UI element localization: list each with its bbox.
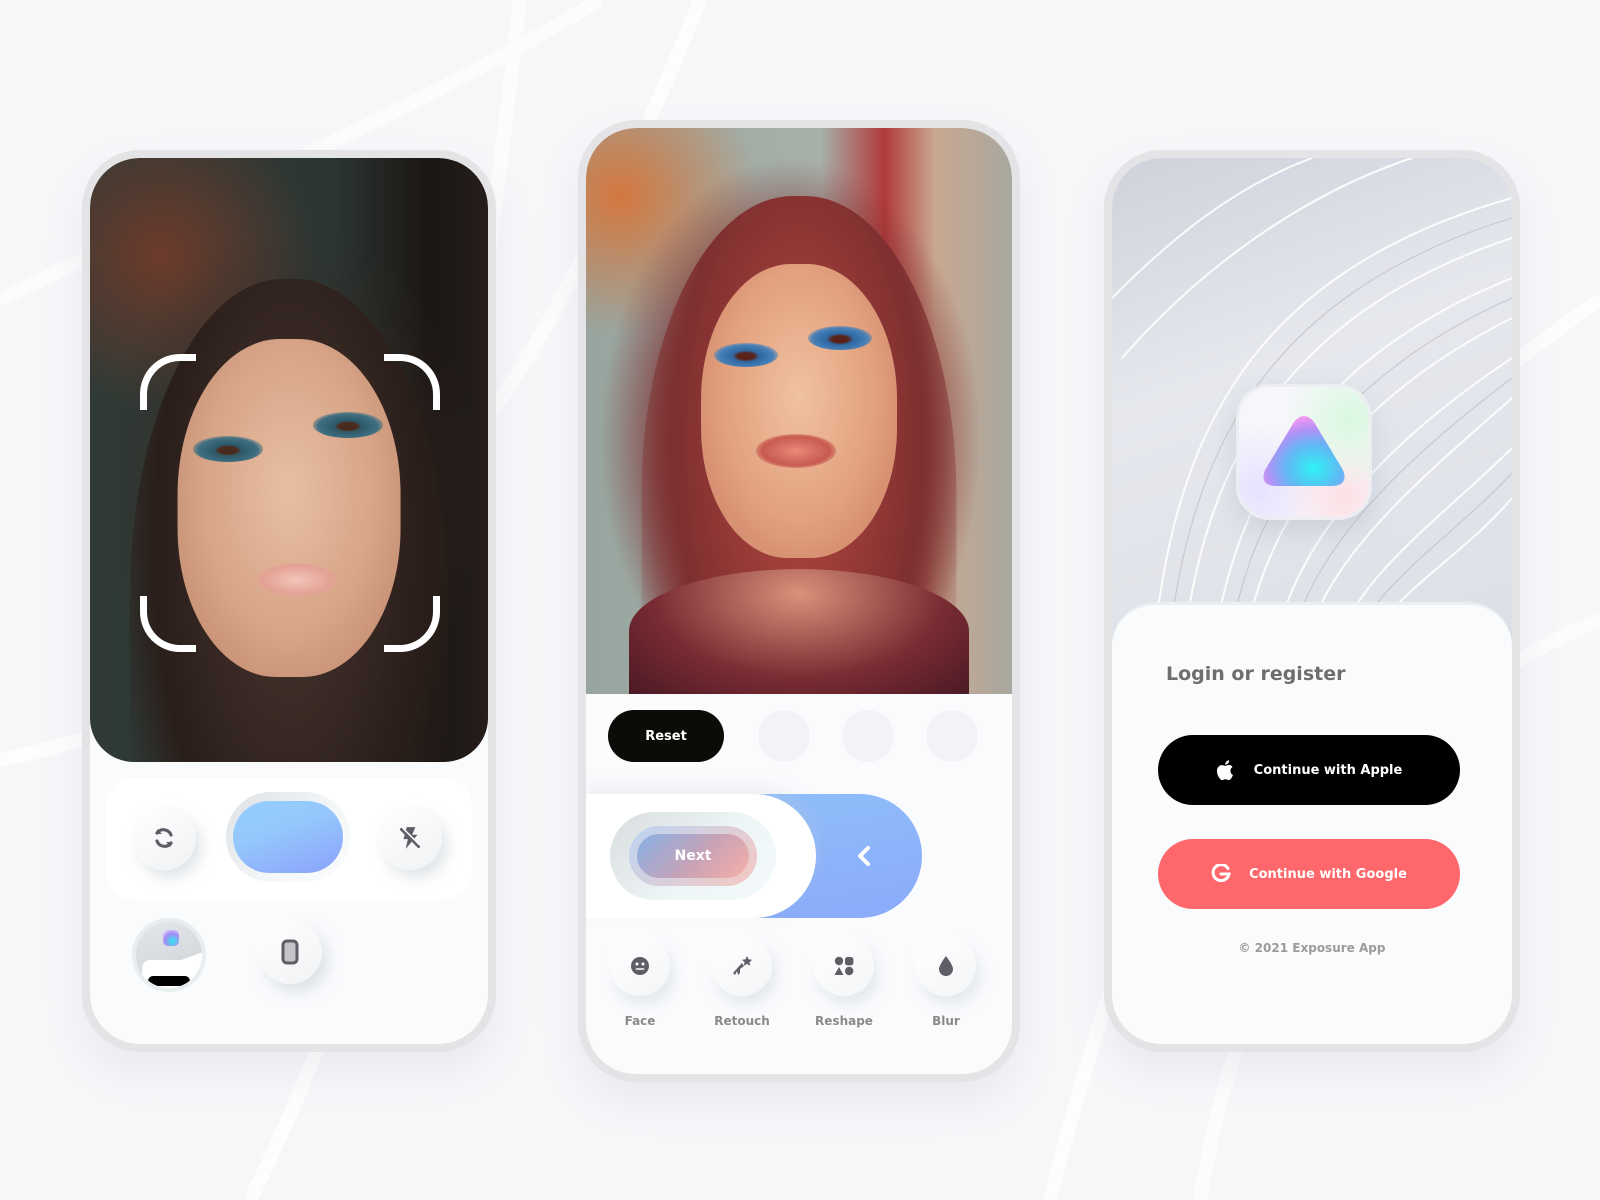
phone-portrait-icon	[281, 939, 299, 965]
face-scan-corner-top-right	[384, 354, 440, 410]
copyright-text: © 2021 Exposure App	[1238, 941, 1386, 955]
back-button[interactable]	[848, 840, 880, 872]
tool-reshape[interactable]: Reshape	[804, 936, 884, 1028]
continue-with-google-button[interactable]: Continue with Google	[1158, 839, 1460, 909]
tool-blur-circle	[916, 936, 976, 996]
shutter-button[interactable]	[233, 801, 343, 873]
aspect-ratio-button[interactable]	[258, 920, 322, 984]
portrait-lips	[756, 433, 837, 468]
edited-photo	[586, 128, 1012, 694]
drop-icon	[939, 956, 953, 976]
switch-camera-button[interactable]	[132, 806, 196, 870]
refresh-icon	[155, 828, 173, 848]
google-button-label: Continue with Google	[1249, 866, 1407, 882]
portrait-eye-left	[193, 435, 264, 462]
camera-viewfinder	[90, 158, 488, 762]
thumbnail-button	[148, 976, 190, 986]
filter-preset-3[interactable]	[926, 710, 978, 762]
flash-toggle-button[interactable]	[378, 806, 442, 870]
camera-screen	[82, 150, 496, 1052]
next-button-ring: Next	[629, 826, 757, 886]
continue-with-apple-button[interactable]: Continue with Apple	[1158, 735, 1460, 805]
gallery-thumbnail-button[interactable]	[132, 918, 206, 992]
thumbnail-logo	[163, 930, 179, 946]
next-button[interactable]: Next	[637, 834, 749, 878]
tool-blur[interactable]: Blur	[906, 936, 986, 1028]
login-title: Login or register	[1166, 663, 1346, 685]
flash-off-icon	[399, 827, 421, 849]
portrait-face	[701, 263, 897, 559]
tool-face-label: Face	[624, 1014, 656, 1028]
apple-icon	[1216, 760, 1233, 781]
face-scan-corner-top-left	[140, 354, 196, 410]
portrait-lips	[257, 562, 338, 597]
portrait-eye-right	[807, 326, 872, 351]
tool-retouch[interactable]: Retouch	[702, 936, 782, 1028]
tool-blur-label: Blur	[932, 1014, 960, 1028]
tool-face-circle	[610, 936, 670, 996]
portrait-face	[177, 339, 401, 678]
portrait-eye-right	[312, 411, 383, 438]
apple-button-label: Continue with Apple	[1253, 762, 1403, 778]
login-screen: Login or register Continue with Apple Co…	[1104, 150, 1520, 1052]
tool-retouch-label: Retouch	[714, 1014, 770, 1028]
login-sheet: Login or register Continue with Apple Co…	[1112, 602, 1512, 1044]
face-icon	[631, 957, 649, 975]
app-logo	[1236, 384, 1372, 520]
filter-preset-2[interactable]	[842, 710, 894, 762]
reset-button[interactable]: Reset	[608, 710, 724, 762]
shapes-icon	[834, 956, 854, 976]
portrait-dress	[628, 569, 970, 694]
google-icon	[1211, 864, 1231, 883]
shooting-star-icon	[733, 956, 753, 975]
shutter-button-wrap	[226, 792, 350, 882]
chevron-left-icon	[858, 846, 870, 866]
next-button-wrap: Next	[610, 812, 776, 900]
tool-reshape-label: Reshape	[815, 1014, 873, 1028]
tool-reshape-circle	[814, 936, 874, 996]
camera-controls-panel	[106, 778, 472, 900]
exposure-triangle-logo	[1263, 416, 1345, 486]
editor-screen: Reset Next Face Retouch Reshape Blur	[578, 120, 1020, 1082]
tool-face[interactable]: Face	[600, 936, 680, 1028]
tool-retouch-circle	[712, 936, 772, 996]
portrait-eye-left	[713, 343, 778, 368]
filter-preset-1[interactable]	[758, 710, 810, 762]
